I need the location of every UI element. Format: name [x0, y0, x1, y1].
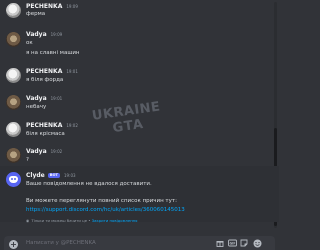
message-text: біля крісмаса: [26, 131, 65, 137]
message-text: ок: [26, 40, 33, 46]
chat-messages: PECHENKA 19:09 ферма Vadya 19:09 ок я на с…: [0, 0, 279, 230]
dismiss-message-link[interactable]: Закрити повідомлення: [92, 218, 138, 223]
bot-badge: BOT: [47, 172, 60, 178]
message-text: я біля форда: [26, 77, 64, 83]
timestamp: 19:02: [50, 149, 63, 154]
clyde-icon: [9, 176, 18, 183]
eye-icon: ◉: [26, 218, 30, 223]
timestamp: 19:09: [66, 4, 78, 9]
author-name[interactable]: PECHENKA: [26, 3, 62, 10]
message-header: PECHENKA 19:09: [26, 3, 78, 10]
avatar[interactable]: [6, 148, 21, 163]
message-input[interactable]: Написати у @PECHENKA: [26, 240, 96, 246]
message-header: PECHENKA 19:02: [26, 122, 78, 129]
avatar[interactable]: [6, 68, 21, 83]
sticker-icon[interactable]: [239, 239, 249, 249]
message-text: ферма: [26, 11, 46, 17]
message: Vadya 19:02 ?: [0, 143, 279, 165]
author-name[interactable]: Vadya: [26, 31, 47, 38]
emoji-icon[interactable]: [252, 239, 262, 249]
message-text: небачу: [26, 104, 47, 110]
author-name[interactable]: Vadya: [26, 95, 47, 102]
author-name[interactable]: Vadya: [26, 148, 47, 155]
gift-icon[interactable]: [215, 239, 225, 249]
author-name[interactable]: Clyde: [26, 172, 45, 179]
svg-text:GIF: GIF: [229, 242, 235, 246]
message: Vadya 19:09 ок я на славні машин: [0, 24, 279, 60]
message-text: Ваше повідомлення не вдалося доставити.: [26, 181, 152, 187]
support-link[interactable]: https://support.discord.com/hc/uk/articl…: [26, 207, 185, 213]
message-header: Vadya 19:01: [26, 95, 62, 102]
message: PECHENKA 19:09 ферма: [0, 0, 279, 22]
bot-message: Clyde BOT 19:03 Ваше повідомлення не вдало…: [0, 168, 279, 223]
message-text: я на славні машин: [26, 50, 80, 56]
message-input-bar: + Написати у @PECHENKA GIF: [4, 236, 275, 250]
message-text: Ви можете переглянути повний список прич…: [26, 198, 177, 204]
message-text: ?: [26, 157, 29, 163]
avatar[interactable]: [6, 3, 21, 18]
avatar[interactable]: [6, 172, 21, 187]
message-header: Clyde BOT 19:03: [26, 172, 76, 179]
notice-text: Тільки ти можеш бачити це •: [31, 218, 91, 223]
avatar[interactable]: [6, 32, 21, 47]
ephemeral-notice: ◉ Тільки ти можеш бачити це • Закрити пов…: [26, 218, 137, 223]
author-name[interactable]: PECHENKA: [26, 122, 62, 129]
timestamp: 19:02: [66, 123, 78, 128]
add-icon[interactable]: +: [9, 240, 18, 249]
timestamp: 19:01: [50, 96, 63, 101]
avatar[interactable]: [6, 95, 21, 110]
author-name[interactable]: PECHENKA: [26, 68, 62, 75]
message-header: Vadya 19:02: [26, 148, 62, 155]
gif-icon[interactable]: GIF: [227, 239, 237, 249]
message-header: PECHENKA 19:01: [26, 68, 78, 75]
timestamp: 19:01: [66, 69, 78, 74]
ukraine-gta-watermark: UKRAINE GTA: [90, 99, 167, 149]
timestamp: 19:09: [50, 32, 63, 37]
timestamp: 19:03: [64, 173, 76, 178]
avatar[interactable]: [6, 122, 21, 137]
message-header: Vadya 19:09: [26, 31, 62, 38]
message: PECHENKA 19:01 я біля форда: [0, 63, 279, 87]
